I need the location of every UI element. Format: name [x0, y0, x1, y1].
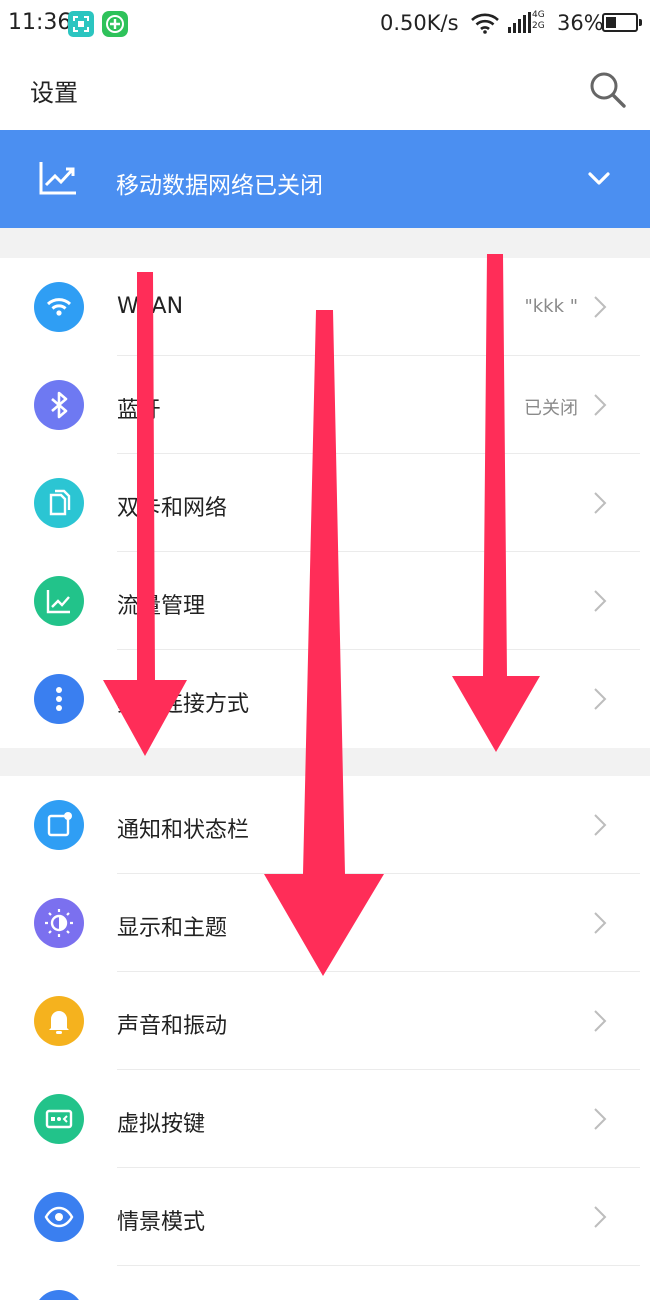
search-button[interactable] [586, 68, 628, 110]
data-trend-icon [38, 160, 78, 200]
chevron-right-icon [592, 812, 608, 842]
chevron-right-icon [592, 1106, 608, 1136]
cell-signal-icon [508, 12, 532, 38]
section-gap [0, 748, 650, 776]
generic-icon [34, 1290, 84, 1300]
chevron-right-icon [592, 910, 608, 940]
bluetooth-icon [34, 380, 84, 430]
page-title: 设置 [30, 79, 78, 107]
chevron-down-icon[interactable] [586, 166, 612, 196]
settings-item-virtual-keys[interactable]: 虚拟按键 [0, 1070, 650, 1168]
settings-item-partial[interactable] [0, 1266, 650, 1300]
settings-item-label: 蓝牙 [117, 398, 162, 423]
settings-item-other-connections[interactable]: 其他连接方式 [0, 650, 650, 748]
settings-item-label: 声音和振动 [117, 1014, 228, 1039]
status-time: 11:36 [8, 10, 72, 35]
network-speed: 0.50K/s [380, 11, 459, 35]
settings-item-label: 显示和主题 [117, 916, 228, 941]
wifi-status-icon [470, 12, 500, 38]
chevron-right-icon [592, 588, 608, 618]
settings-item-data-usage[interactable]: 流量管理 [0, 552, 650, 650]
settings-item-wlan[interactable]: WLAN "kkk " [0, 258, 650, 356]
chevron-right-icon [592, 686, 608, 716]
chevron-right-icon [592, 1008, 608, 1038]
settings-item-dual-sim[interactable]: 双卡和网络 [0, 454, 650, 552]
battery-icon [602, 13, 642, 32]
settings-item-label: 双卡和网络 [117, 496, 228, 521]
more-vertical-icon [34, 674, 84, 724]
virtual-keys-icon [34, 1094, 84, 1144]
settings-item-label: 情景模式 [117, 1210, 206, 1235]
app-bar: 设置 [0, 48, 650, 130]
network-type: 4G 2G [532, 10, 545, 31]
data-usage-icon [34, 576, 84, 626]
settings-item-scene-mode[interactable]: 情景模式 [0, 1168, 650, 1266]
settings-item-label: 流量管理 [117, 594, 206, 619]
battery-percentage: 36% [557, 11, 604, 35]
settings-item-label: 虚拟按键 [117, 1112, 206, 1137]
chevron-right-icon [592, 1204, 608, 1234]
chevron-right-icon [592, 294, 608, 324]
chevron-right-icon [592, 392, 608, 422]
section-gap [0, 228, 650, 258]
settings-item-display[interactable]: 显示和主题 [0, 874, 650, 972]
settings-item-label: WLAN [117, 294, 184, 319]
settings-item-bluetooth[interactable]: 蓝牙 已关闭 [0, 356, 650, 454]
settings-item-label: 其他连接方式 [117, 692, 250, 717]
mobile-data-status-text: 移动数据网络已关闭 [116, 173, 323, 199]
screenshot-notification-icon [68, 11, 94, 37]
search-icon [590, 72, 626, 108]
settings-item-notifications[interactable]: 通知和状态栏 [0, 776, 650, 874]
brightness-icon [34, 898, 84, 948]
mobile-data-banner[interactable]: 移动数据网络已关闭 [0, 130, 650, 228]
notification-icon [34, 800, 84, 850]
plus-app-notification-icon [102, 11, 128, 37]
settings-item-sound[interactable]: 声音和振动 [0, 972, 650, 1070]
settings-item-label: 通知和状态栏 [117, 818, 250, 843]
bell-icon [34, 996, 84, 1046]
battery-fill [606, 17, 616, 28]
dual-sim-icon [34, 478, 84, 528]
settings-item-value: "kkk " [524, 296, 578, 317]
settings-item-value: 已关闭 [524, 398, 578, 419]
wifi-icon [34, 282, 84, 332]
eye-icon [34, 1192, 84, 1242]
chevron-right-icon [592, 490, 608, 520]
status-bar: 11:36 0.50K/s 4G 2G 36% [0, 0, 650, 48]
